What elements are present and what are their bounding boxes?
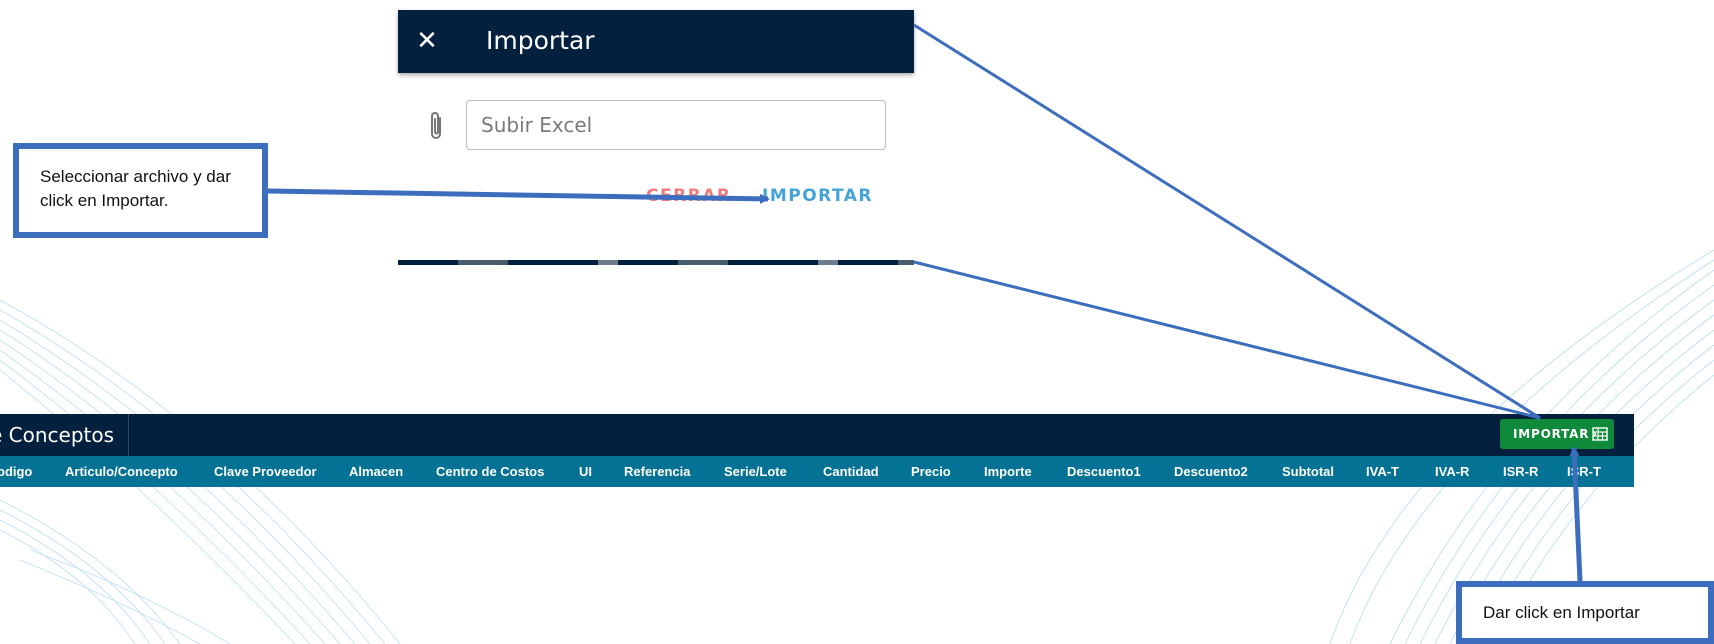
import-dialog: ✕ Importar Subir Excel CERRAR IMPORTAR [398, 10, 914, 265]
columns-row: odigo Articulo/Concepto Clave Proveedor … [0, 456, 1634, 487]
excel-icon [1592, 427, 1608, 441]
column-header[interactable]: Importe [984, 456, 1032, 487]
column-header[interactable]: ISR-R [1503, 456, 1538, 487]
dialog-import-button[interactable]: IMPORTAR [762, 186, 873, 206]
column-header[interactable]: Referencia [624, 456, 690, 487]
column-header[interactable]: Almacen [349, 456, 403, 487]
callout-select-file: Seleccionar archivo y dar click en Impor… [13, 143, 268, 238]
concepts-table-header: e Conceptos IMPORTAR odigo Articulo/Conc… [0, 414, 1634, 487]
import-button-label: IMPORTAR [1513, 427, 1590, 441]
connector-line-top [913, 23, 1541, 420]
column-header[interactable]: Serie/Lote [724, 456, 787, 487]
column-header[interactable]: Articulo/Concepto [65, 456, 178, 487]
section-title: e Conceptos [0, 414, 130, 456]
column-header[interactable]: IVA-R [1435, 456, 1469, 487]
paperclip-icon [431, 112, 441, 139]
column-header[interactable]: UI [579, 456, 592, 487]
concepts-title-row: e Conceptos IMPORTAR [0, 414, 1634, 456]
dialog-title: Importar [486, 26, 595, 55]
column-header[interactable]: ISR-T [1567, 456, 1601, 487]
connector-line-bottom [913, 260, 1541, 420]
column-header[interactable]: odigo [0, 456, 32, 487]
upload-excel-field[interactable]: Subir Excel [466, 100, 886, 150]
dialog-bottom-strip [398, 260, 914, 265]
column-header[interactable]: Subtotal [1282, 456, 1334, 487]
callout-click-import: Dar click en Importar [1456, 581, 1714, 644]
close-button[interactable]: CERRAR [646, 186, 732, 206]
column-header[interactable]: Clave Proveedor [214, 456, 317, 487]
column-header[interactable]: Descuento1 [1067, 456, 1141, 487]
dialog-header: ✕ Importar [398, 10, 914, 73]
import-button[interactable]: IMPORTAR [1500, 419, 1614, 449]
close-icon[interactable]: ✕ [412, 26, 442, 56]
column-header[interactable]: Centro de Costos [436, 456, 544, 487]
column-header[interactable]: Cantidad [823, 456, 879, 487]
column-header[interactable]: Precio [911, 456, 951, 487]
column-header[interactable]: Descuento2 [1174, 456, 1248, 487]
column-header[interactable]: IVA-T [1366, 456, 1399, 487]
